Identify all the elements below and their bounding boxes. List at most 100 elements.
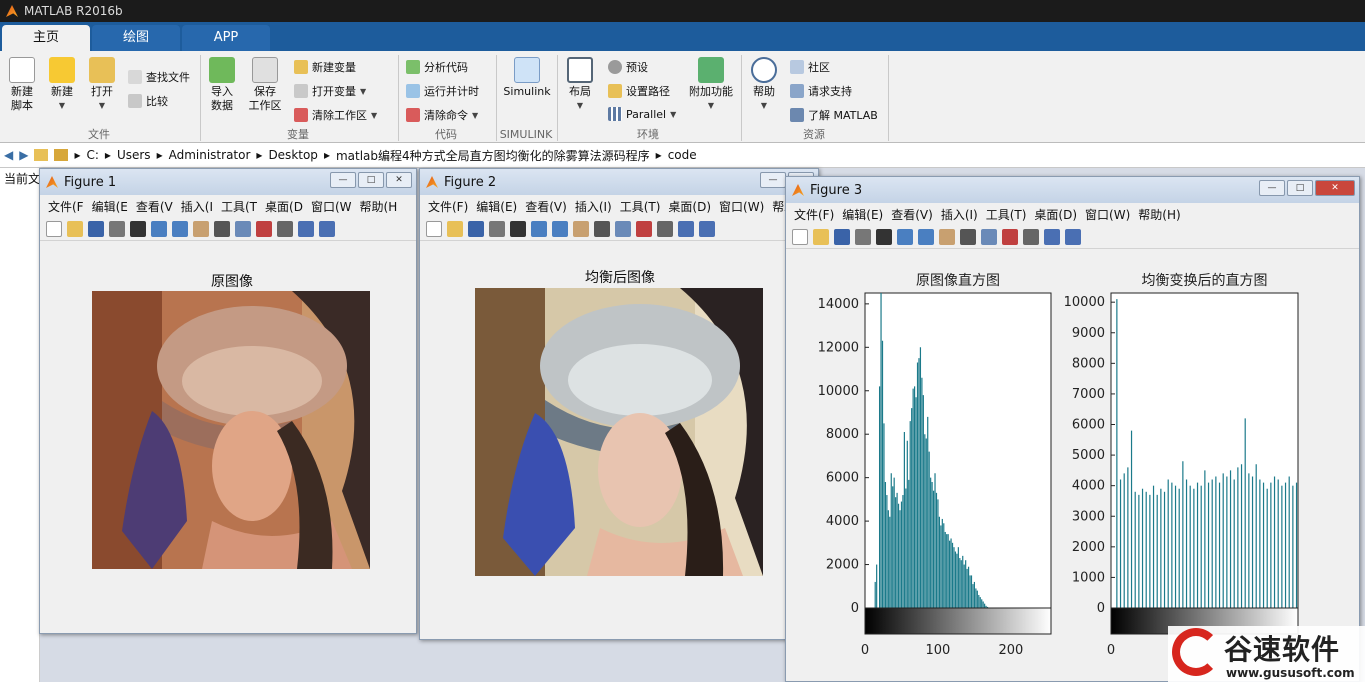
link-icon[interactable] — [657, 220, 673, 237]
close-button[interactable]: ✕ — [386, 172, 412, 188]
set-path-button[interactable]: 设置路径 — [608, 83, 670, 99]
zoom-in-icon[interactable] — [531, 220, 547, 237]
figure-menu-item[interactable]: 桌面(D) — [1034, 206, 1077, 223]
tab-plots[interactable]: 绘图 — [92, 25, 180, 51]
figure-menu-item[interactable]: 窗口(W — [311, 198, 352, 215]
colorbar-icon[interactable] — [678, 220, 694, 237]
figure-menu-item[interactable]: 查看(V) — [525, 198, 567, 215]
new-figure-icon[interactable] — [426, 220, 442, 237]
open-variable-button[interactable]: 打开变量 ▼ — [294, 83, 366, 99]
figure-menu-item[interactable]: 插入(I — [181, 198, 213, 215]
open-file-icon[interactable] — [813, 228, 829, 245]
data-cursor-icon[interactable] — [235, 220, 251, 237]
pan-hand-icon[interactable] — [939, 228, 955, 245]
help-button[interactable]: 帮助 ▼ — [746, 53, 782, 113]
new-button[interactable]: 新建 ▼ — [44, 53, 80, 113]
minimize-button[interactable]: — — [760, 172, 786, 188]
pointer-icon[interactable] — [510, 220, 526, 237]
figure-menu-item[interactable]: 文件(F — [48, 198, 84, 215]
link-icon[interactable] — [277, 220, 293, 237]
rotate-icon[interactable] — [594, 220, 610, 237]
rotate-icon[interactable] — [214, 220, 230, 237]
community-button[interactable]: 社区 — [790, 59, 830, 75]
breadcrumb-administrator[interactable]: Administrator — [169, 148, 251, 162]
figure-menu-item[interactable]: 编辑(E) — [476, 198, 517, 215]
new-figure-icon[interactable] — [46, 220, 62, 237]
maximize-button[interactable]: □ — [1287, 180, 1313, 196]
legend-icon[interactable] — [1065, 228, 1081, 245]
figure1-titlebar[interactable]: Figure 1 — □ ✕ — [40, 169, 416, 195]
find-files-button[interactable]: 查找文件 — [128, 69, 190, 85]
breadcrumb-project[interactable]: matlab编程4种方式全局直方图均衡化的除雾算法源码程序 — [336, 147, 650, 164]
zoom-out-icon[interactable] — [552, 220, 568, 237]
breadcrumb-drive[interactable]: C: — [87, 148, 99, 162]
brush-icon[interactable] — [636, 220, 652, 237]
figure-menu-item[interactable]: 插入(I) — [575, 198, 612, 215]
legend-icon[interactable] — [699, 220, 715, 237]
figure2-titlebar[interactable]: Figure 2 —□ — [420, 169, 818, 195]
save-workspace-button[interactable]: 保存 工作区 — [244, 53, 286, 113]
rotate-icon[interactable] — [960, 228, 976, 245]
new-variable-button[interactable]: 新建变量 — [294, 59, 356, 75]
figure-menu-item[interactable]: 帮助(H — [360, 198, 398, 215]
compare-button[interactable]: 比较 — [128, 93, 168, 109]
parallel-button[interactable]: Parallel ▼ — [608, 107, 676, 121]
breadcrumb-desktop[interactable]: Desktop — [268, 148, 318, 162]
figure1-window[interactable]: Figure 1 — □ ✕ 文件(F 编辑(E 查看(V 插入(I 工具(T 桌面(D 窗口(… — [39, 168, 417, 634]
simulink-button[interactable]: Simulink — [500, 53, 554, 99]
figure3-titlebar[interactable]: Figure 3 — □ ✕ — [786, 177, 1359, 203]
tab-home[interactable]: 主页 — [2, 25, 90, 51]
figure-menu-item[interactable]: 查看(V) — [891, 206, 933, 223]
figure2-window[interactable]: Figure 2 —□ 文件(F) 编辑(E) 查看(V) 插入(I) 工具(T) 桌面(… — [419, 168, 819, 640]
figure-menu-item[interactable]: 帮助(H) — [1138, 206, 1180, 223]
figure-menu-item[interactable]: 桌面(D — [265, 198, 303, 215]
pan-hand-icon[interactable] — [573, 220, 589, 237]
figure-menu-item[interactable]: 窗口(W) — [1085, 206, 1130, 223]
browse-folder-icon[interactable] — [54, 149, 69, 161]
zoom-in-icon[interactable] — [151, 220, 167, 237]
print-icon[interactable] — [109, 220, 125, 237]
figure-menu-item[interactable]: 插入(I) — [941, 206, 978, 223]
breadcrumb-users[interactable]: Users — [117, 148, 151, 162]
print-icon[interactable] — [855, 228, 871, 245]
data-cursor-icon[interactable] — [981, 228, 997, 245]
breadcrumb-code[interactable]: code — [668, 148, 697, 162]
zoom-in-icon[interactable] — [897, 228, 913, 245]
open-file-icon[interactable] — [67, 220, 83, 237]
preferences-button[interactable]: 预设 — [608, 59, 648, 75]
new-script-button[interactable]: 新建 脚本 — [4, 53, 40, 113]
zoom-out-icon[interactable] — [172, 220, 188, 237]
minimize-button[interactable]: — — [330, 172, 356, 188]
pointer-icon[interactable] — [876, 228, 892, 245]
figure3-window[interactable]: Figure 3 — □ ✕ 文件(F) 编辑(E) 查看(V) 插入(I) 工具(T) 桌面… — [785, 176, 1360, 682]
minimize-button[interactable]: — — [1259, 180, 1285, 196]
clear-commands-button[interactable]: 清除命令 ▼ — [406, 107, 478, 123]
zoom-out-icon[interactable] — [918, 228, 934, 245]
figure-menu-item[interactable]: 窗口(W) — [719, 198, 764, 215]
maximize-button[interactable]: □ — [358, 172, 384, 188]
data-cursor-icon[interactable] — [615, 220, 631, 237]
close-button[interactable]: ✕ — [1315, 180, 1355, 196]
save-icon[interactable] — [834, 228, 850, 245]
clear-workspace-button[interactable]: 清除工作区 ▼ — [294, 107, 377, 123]
brush-icon[interactable] — [1002, 228, 1018, 245]
figure-menu-item[interactable]: 文件(F) — [428, 198, 468, 215]
request-support-button[interactable]: 请求支持 — [790, 83, 852, 99]
layout-button[interactable]: 布局 ▼ — [562, 53, 598, 113]
figure-menu-item[interactable]: 工具(T — [221, 198, 257, 215]
up-folder-icon[interactable] — [34, 149, 49, 161]
open-file-icon[interactable] — [447, 220, 463, 237]
new-figure-icon[interactable] — [792, 228, 808, 245]
pointer-icon[interactable] — [130, 220, 146, 237]
pan-hand-icon[interactable] — [193, 220, 209, 237]
figure-menu-item[interactable]: 工具(T) — [620, 198, 661, 215]
figure-menu-item[interactable]: 查看(V — [136, 198, 173, 215]
print-icon[interactable] — [489, 220, 505, 237]
import-data-button[interactable]: 导入 数据 — [204, 53, 240, 113]
analyze-code-button[interactable]: 分析代码 — [406, 59, 468, 75]
colorbar-icon[interactable] — [1044, 228, 1060, 245]
figure-menu-item[interactable]: 文件(F) — [794, 206, 834, 223]
colorbar-icon[interactable] — [298, 220, 314, 237]
save-icon[interactable] — [88, 220, 104, 237]
figure-menu-item[interactable]: 工具(T) — [986, 206, 1027, 223]
